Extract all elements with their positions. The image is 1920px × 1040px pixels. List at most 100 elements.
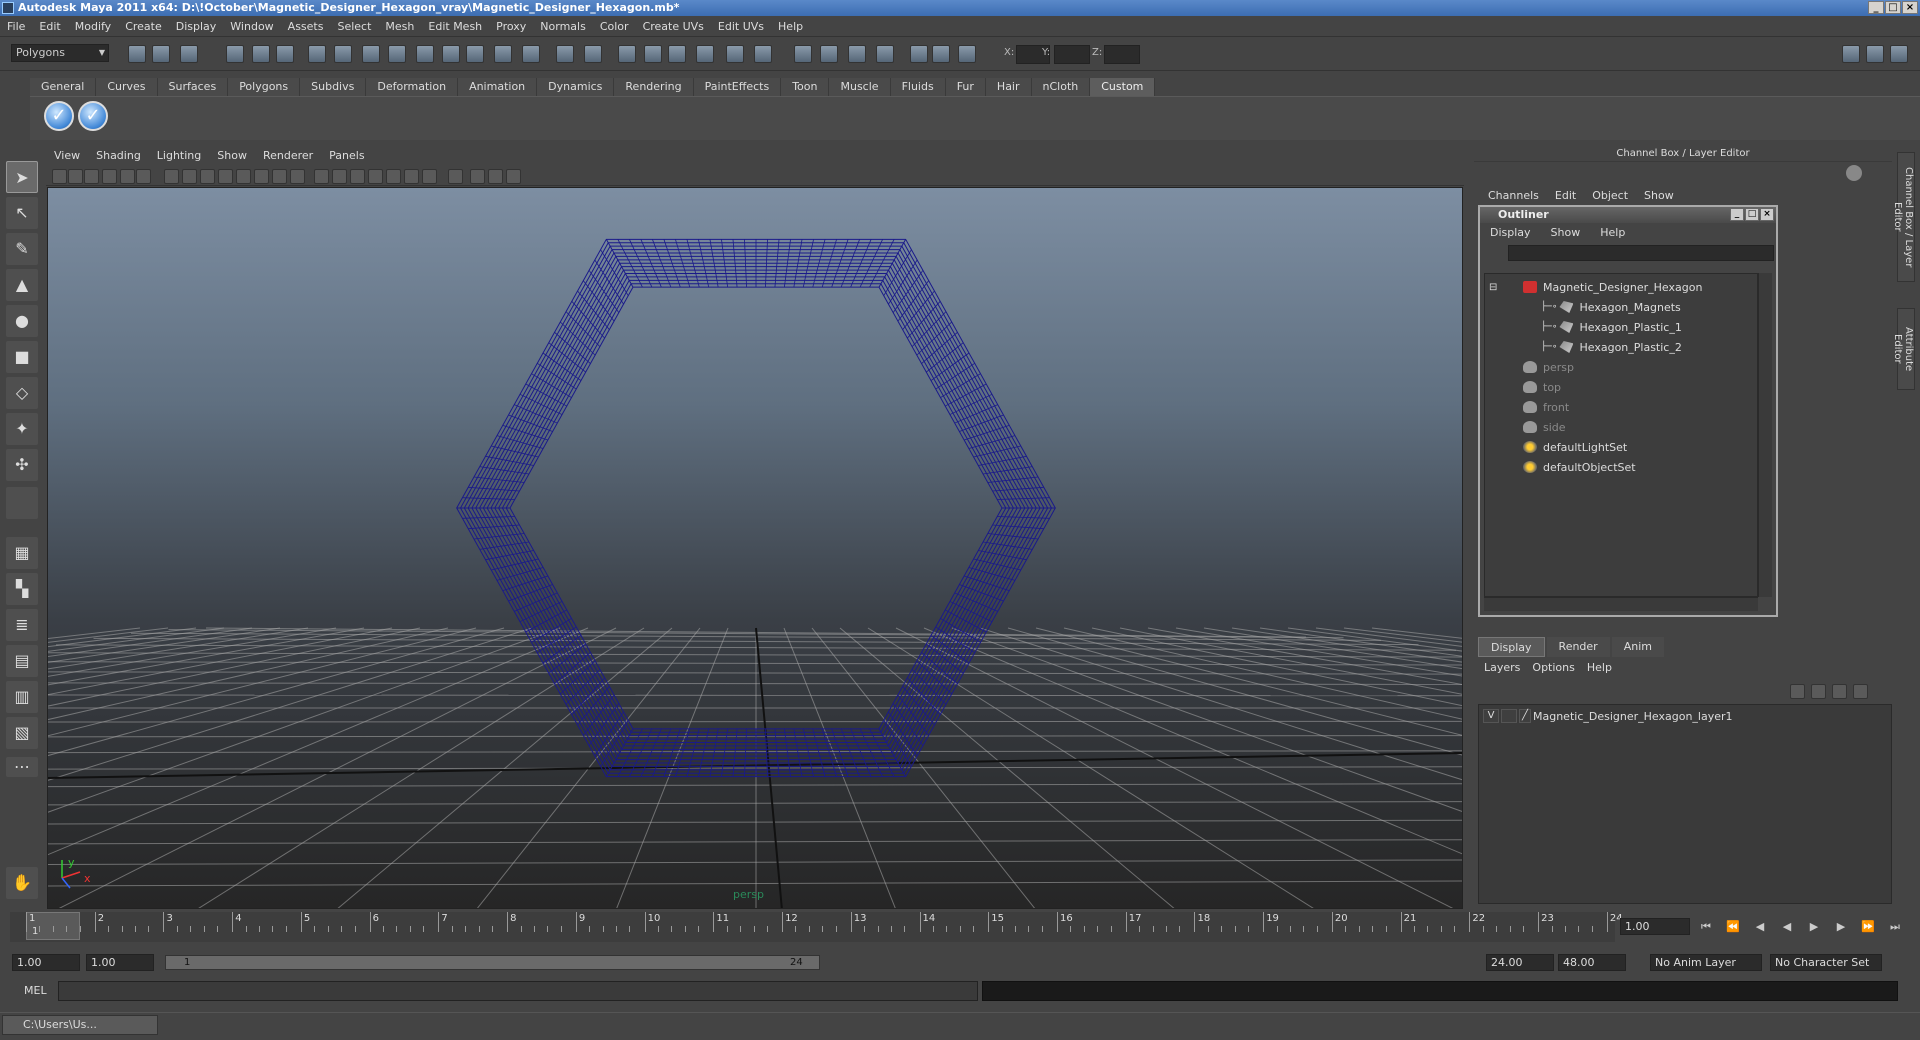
channel-icon[interactable] [1846,165,1862,181]
mel-label[interactable]: MEL [24,984,47,997]
menu-color[interactable]: Color [593,16,636,37]
outliner-filter-input[interactable] [1508,245,1774,261]
status-tool-icon[interactable] [644,45,662,63]
outliner-item[interactable]: defaultLightSet [1523,438,1627,456]
shelf-tab-rendering[interactable]: Rendering [614,78,694,96]
menu-select[interactable]: Select [330,16,378,37]
viewport-toolbar-icon[interactable] [84,169,99,184]
viewport-toolbar-icon[interactable] [236,169,251,184]
shelf-tab-hair[interactable]: Hair [985,78,1032,96]
layer-row[interactable]: V ╱ Magnetic_Designer_Hexagon_layer1 [1483,708,1733,724]
layer-menu-help[interactable]: Help [1581,660,1618,676]
outliner-item[interactable]: persp [1523,358,1574,376]
viewport-toolbar-icon[interactable] [136,169,151,184]
outliner-menu-show[interactable]: Show [1541,223,1591,243]
tool-settings-toggle-icon[interactable] [1890,45,1908,63]
status-tool-icon[interactable] [152,45,170,63]
layer-tab-display[interactable]: Display [1478,637,1545,657]
shelf-tab-dynamics[interactable]: Dynamics [537,78,615,96]
viewport-toolbar-icon[interactable] [120,169,135,184]
outliner-item[interactable]: defaultObjectSet [1523,458,1636,476]
status-tool-icon[interactable] [820,45,838,63]
status-tool-icon[interactable] [276,45,294,63]
outliner-menu-display[interactable]: Display [1480,223,1541,243]
menu-create-uvs[interactable]: Create UVs [636,16,711,37]
checkmark-shelf-icon[interactable]: ✓ [78,101,108,131]
layer-menu-layers[interactable]: Layers [1478,660,1526,676]
status-tool-icon[interactable] [584,45,602,63]
lasso-tool-icon[interactable]: ↖ [6,197,38,229]
status-tool-icon[interactable] [754,45,772,63]
y-input[interactable] [1054,45,1090,64]
outliner-item[interactable]: ⊟ Magnetic_Designer_Hexagon [1489,278,1702,296]
new-layer-icon[interactable] [1790,684,1805,699]
viewport-toolbar-icon[interactable] [182,169,197,184]
viewport-toolbar-icon[interactable] [218,169,233,184]
menu-modify[interactable]: Modify [68,16,118,37]
shelf-tab-toon[interactable]: Toon [781,78,830,96]
menu-proxy[interactable]: Proxy [489,16,533,37]
status-tool-icon[interactable] [388,45,406,63]
viewport-toolbar-icon[interactable] [368,169,383,184]
menu-edit-mesh[interactable]: Edit Mesh [421,16,489,37]
menu-window[interactable]: Window [223,16,280,37]
layer-up-icon[interactable] [1832,684,1847,699]
viewport-toolbar-icon[interactable] [314,169,329,184]
status-tool-icon[interactable] [556,45,574,63]
layer-down-icon[interactable] [1853,684,1868,699]
command-input[interactable] [58,981,978,1001]
viewport-toolbar-icon[interactable] [470,169,485,184]
shelf-tab-painteffects[interactable]: PaintEffects [693,78,782,96]
menu-create[interactable]: Create [118,16,169,37]
status-tool-icon[interactable] [910,45,928,63]
character-set-dropdown[interactable]: No Character Set [1770,954,1882,971]
viewport-toolbar-icon[interactable] [404,169,419,184]
viewport-toolbar-icon[interactable] [254,169,269,184]
playback-end-field[interactable]: 24.00 [1486,954,1554,971]
viewport-toolbar-icon[interactable] [272,169,287,184]
menu-help[interactable]: Help [771,16,810,37]
viewport-menu-lighting[interactable]: Lighting [149,148,209,164]
status-tool-icon[interactable] [180,45,198,63]
z-input[interactable] [1104,45,1140,64]
play-backward-icon[interactable]: ◀ [1778,920,1796,934]
play-forward-icon[interactable]: ▶ [1805,920,1823,934]
status-tool-icon[interactable] [252,45,270,63]
menu-edit[interactable]: Edit [32,16,67,37]
viewport-toolbar-icon[interactable] [488,169,503,184]
layouts-menu-icon[interactable]: ⋯ [6,757,38,777]
viewport-toolbar-icon[interactable] [506,169,521,184]
time-slider[interactable]: 1 2 3 4 5 6 7 8 9 10 11 12 13 14 15 16 17 18 19 20 21 22 23 24 1 [10,912,1662,942]
status-tool-icon[interactable] [362,45,380,63]
shelf-tab-deformation[interactable]: Deformation [366,78,459,96]
four-pane-layout-icon[interactable]: ▚ [6,573,38,605]
soft-mod-tool-icon[interactable]: ✦ [6,413,38,445]
perspective-viewport[interactable]: persp y x [47,187,1463,909]
hypershade-layout-icon[interactable]: ▥ [6,681,38,713]
shelf-tab-fluids[interactable]: Fluids [890,78,946,96]
new-layer-selected-icon[interactable] [1811,684,1826,699]
checkmark-shelf-icon[interactable]: ✓ [44,101,74,131]
shelf-tab-subdivs[interactable]: Subdivs [300,78,367,96]
outliner-item[interactable]: side [1523,418,1566,436]
outliner-item[interactable]: front [1523,398,1569,416]
menu-display[interactable]: Display [169,16,224,37]
status-tool-icon[interactable] [416,45,434,63]
viewport-menu-renderer[interactable]: Renderer [255,148,321,164]
go-to-start-icon[interactable]: ⏮ [1697,920,1715,934]
viewport-toolbar-icon[interactable] [52,169,67,184]
status-tool-icon[interactable] [226,45,244,63]
viewport-toolbar-icon[interactable] [350,169,365,184]
status-tool-icon[interactable] [494,45,512,63]
shelf-tab-animation[interactable]: Animation [458,78,538,96]
channel-menu-object[interactable]: Object [1584,189,1636,203]
persp-graph-layout-icon[interactable]: ▧ [6,717,38,749]
shelf-tab-fur[interactable]: Fur [945,78,986,96]
status-tool-icon[interactable] [308,45,326,63]
animation-start-field[interactable]: 1.00 [12,954,80,971]
minimized-window-item[interactable]: C:\Users\Us... [2,1015,158,1035]
status-tool-icon[interactable] [334,45,352,63]
expand-toggle-icon[interactable]: ⊟ [1489,282,1497,293]
layer-tab-render[interactable]: Render [1546,637,1610,657]
layer-color-swatch[interactable]: ╱ [1519,709,1531,723]
